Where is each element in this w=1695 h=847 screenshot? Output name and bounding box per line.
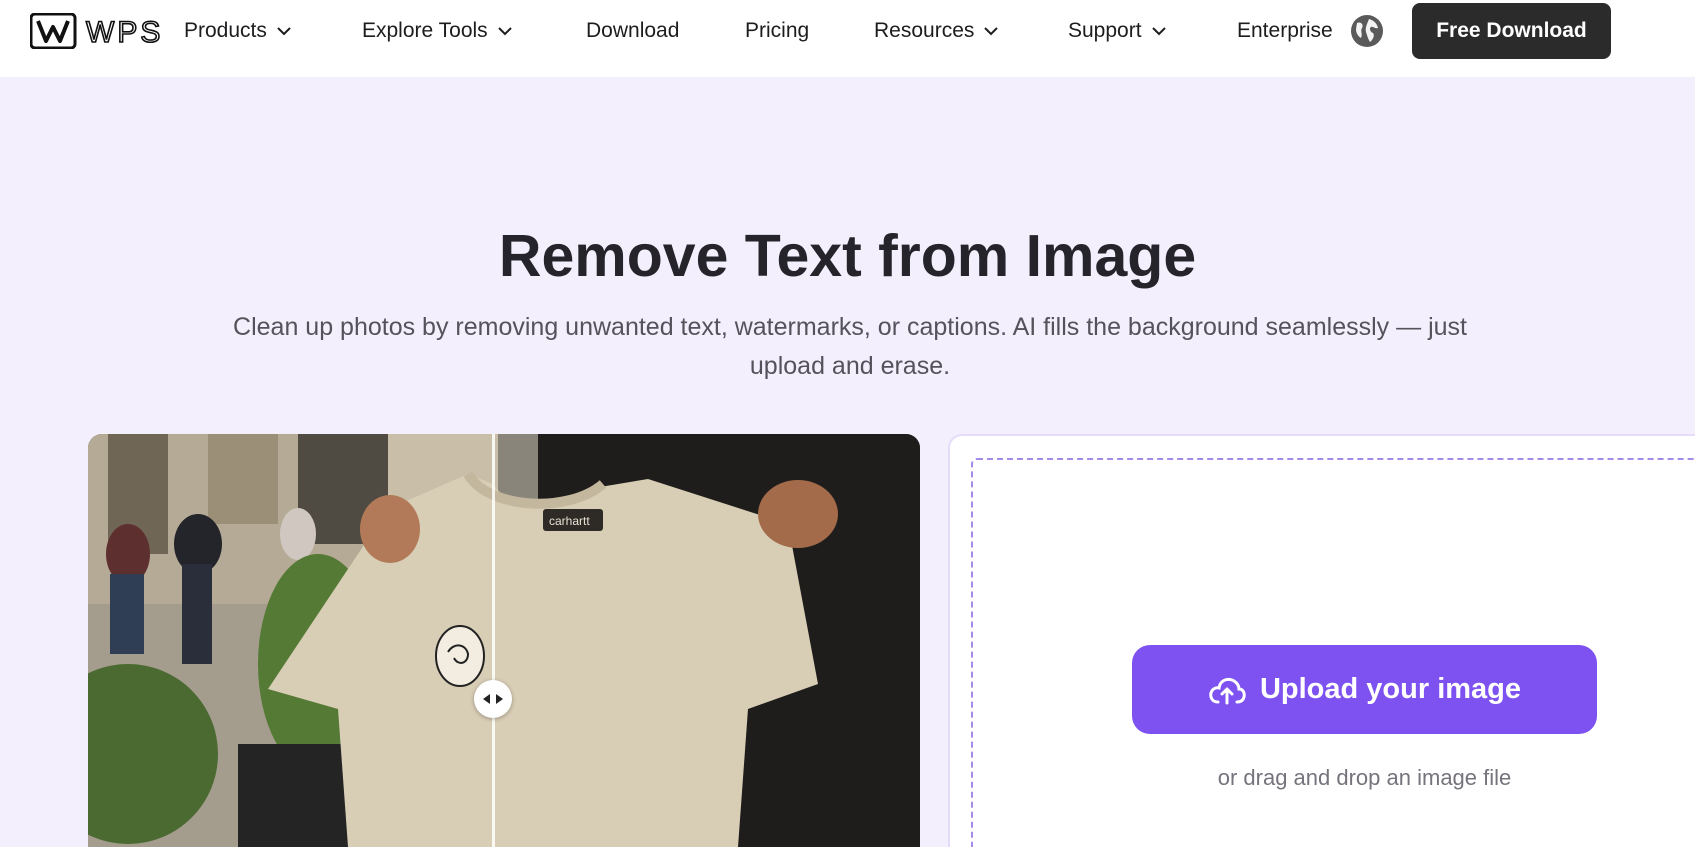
nav-pricing[interactable]: Pricing: [745, 14, 809, 48]
nav-pricing-label: Pricing: [745, 19, 810, 42]
chevron-down-icon: [277, 26, 291, 36]
nav-download-label: Download: [586, 19, 680, 42]
compare-arrows-icon[interactable]: [474, 680, 512, 718]
chevron-down-icon: [497, 26, 512, 36]
before-after-preview[interactable]: carhartt: [88, 434, 920, 847]
free-download-button[interactable]: Free Download: [1412, 3, 1611, 59]
wps-logo-icon: WPS: [30, 13, 163, 49]
nav-explore-tools[interactable]: Explore Tools: [362, 14, 512, 48]
nav-support-label: Support: [1068, 19, 1142, 42]
nav-enterprise-label: Enterprise: [1237, 19, 1333, 42]
nav-enterprise[interactable]: Enterprise: [1237, 14, 1333, 48]
compare-divider[interactable]: [492, 434, 495, 847]
upload-image-button[interactable]: Upload your image: [1132, 645, 1597, 734]
shirt-label-text: carhartt: [549, 514, 590, 528]
nav-resources-label: Resources: [874, 19, 975, 42]
nav-explore-tools-label: Explore Tools: [362, 19, 488, 42]
nav-support[interactable]: Support: [1068, 14, 1166, 48]
tshirt-photo: carhartt: [88, 434, 920, 847]
upload-button-label: Upload your image: [1259, 673, 1522, 705]
top-nav: WPS Products Explore Tools Download Pric…: [0, 0, 1695, 77]
chevron-down-icon: [1151, 26, 1166, 36]
nav-products-label: Products: [184, 19, 267, 42]
wps-logo[interactable]: WPS: [30, 13, 170, 49]
nav-products[interactable]: Products: [184, 14, 291, 48]
cloud-upload-icon: [1208, 675, 1246, 705]
nav-download[interactable]: Download: [586, 14, 679, 48]
nav-resources[interactable]: Resources: [874, 14, 999, 48]
globe-icon[interactable]: [1349, 13, 1385, 49]
page-title: Remove Text from Image: [498, 223, 1197, 289]
page-subtitle: Clean up photos by removing unwanted tex…: [233, 313, 1467, 380]
chevron-down-icon: [984, 26, 999, 36]
logo-wordmark: WPS: [86, 16, 163, 49]
drag-drop-hint: or drag and drop an image file: [1217, 765, 1512, 790]
